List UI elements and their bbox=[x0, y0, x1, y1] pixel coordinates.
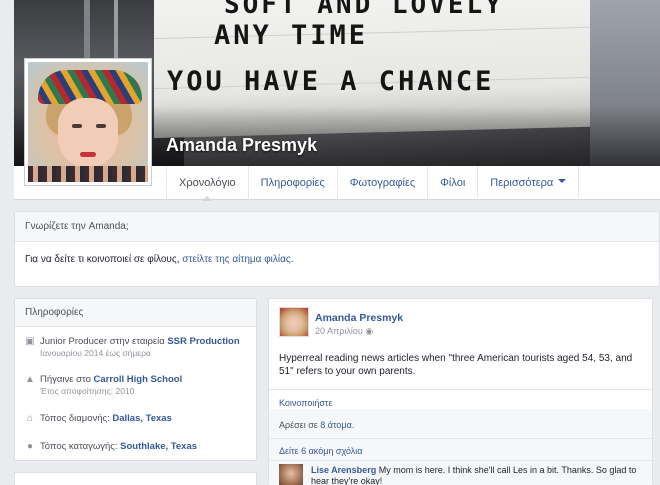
chevron-down-icon bbox=[558, 179, 567, 187]
tab-photos-label: Φωτογραφίες bbox=[349, 177, 416, 189]
marquee-line-2: ANY TIME bbox=[214, 20, 369, 51]
info-card: Πληροφορίες ▣ Junior Producer στην εταιρ… bbox=[14, 298, 257, 461]
work-line: Junior Producer στην εταιρεία SSR Produc… bbox=[40, 336, 250, 348]
more-comments-link[interactable]: Δείτε 6 ακόμη σχόλια bbox=[279, 446, 362, 456]
location-pin-icon: ● bbox=[26, 441, 34, 452]
next-card bbox=[14, 472, 257, 485]
post-divider bbox=[269, 389, 652, 390]
from-line: Τόπος καταγωγής: Southlake, Texas bbox=[40, 441, 250, 453]
know-text: Για να δείτε τι κοινοποιεί σε φίλους, bbox=[25, 254, 183, 265]
profile-tabs: Χρονολόγιο Πληροφορίες Φωτογραφίες Φίλοι… bbox=[166, 166, 580, 201]
lives-city-link[interactable]: Dallas, Texas bbox=[112, 413, 172, 424]
commenter-avatar[interactable] bbox=[279, 464, 303, 485]
globe-icon: ◉ bbox=[365, 326, 374, 336]
know-card: Γνωρίζετε την Amanda; Για να δείτε τι κο… bbox=[14, 211, 660, 287]
post-date-line: 20 Απριλίου ◉ bbox=[315, 326, 373, 337]
tab-photos[interactable]: Φωτογραφίες bbox=[336, 166, 427, 200]
lives-prefix: Τόπος διαμονής: bbox=[40, 413, 113, 424]
likes-line: Αρέσει σε 8 άτομα. bbox=[279, 420, 354, 430]
briefcase-icon: ▣ bbox=[25, 336, 35, 347]
info-lives: ⌂ Τόπος διαμονής: Dallas, Texas bbox=[25, 413, 250, 425]
comments-divider bbox=[269, 460, 652, 461]
home-icon: ⌂ bbox=[26, 413, 34, 424]
post-author[interactable]: Amanda Presmyk bbox=[315, 312, 403, 324]
lives-line: Τόπος διαμονής: Dallas, Texas bbox=[40, 413, 250, 425]
post-date[interactable]: 20 Απριλίου bbox=[315, 326, 363, 336]
tab-more[interactable]: Περισσότερα bbox=[477, 166, 580, 200]
school-link[interactable]: Carroll High School bbox=[94, 374, 183, 385]
info-from: ● Τόπος καταγωγής: Southlake, Texas bbox=[25, 441, 250, 453]
comment-author[interactable]: Lise Arensberg bbox=[311, 465, 376, 475]
post-text: Hyperreal reading news articles when "th… bbox=[279, 353, 633, 377]
share-link[interactable]: Κοινοποιήστε bbox=[279, 398, 333, 408]
tab-friends-label: Φίλοι bbox=[440, 177, 466, 189]
school-grad: Έτος αποφοίτησης: 2010 bbox=[40, 386, 135, 396]
profile-picture[interactable] bbox=[24, 58, 152, 186]
from-city-link[interactable]: Southlake, Texas bbox=[120, 441, 197, 452]
profile-photo bbox=[28, 62, 148, 182]
tab-timeline[interactable]: Χρονολόγιο bbox=[166, 166, 248, 201]
likes-link[interactable]: 8 άτομα bbox=[320, 420, 352, 430]
info-work: ▣ Junior Producer στην εταιρεία SSR Prod… bbox=[25, 336, 250, 359]
comment: Lise Arensberg My mom is here. I think s… bbox=[311, 465, 641, 485]
school-prefix: Πήγαινε στο bbox=[40, 374, 94, 385]
tab-about-label: Πληροφορίες bbox=[260, 177, 325, 189]
friend-request-link[interactable]: στείλτε της αίτημα φιλίας bbox=[182, 254, 290, 265]
likes-suffix: . bbox=[351, 420, 355, 430]
marquee-line-3: YOU HAVE A CHANCE bbox=[167, 66, 495, 97]
know-text-end: . bbox=[290, 254, 294, 265]
tab-friends[interactable]: Φίλοι bbox=[427, 166, 477, 200]
author-avatar[interactable] bbox=[279, 307, 309, 337]
from-prefix: Τόπος καταγωγής: bbox=[40, 441, 121, 452]
timeline-post: Amanda Presmyk 20 Απριλίου ◉ Hyperreal r… bbox=[268, 298, 653, 485]
work-prefix: Junior Producer στην εταιρεία bbox=[40, 336, 168, 347]
marquee-line-1: SOFT AND LOVELY bbox=[224, 0, 504, 20]
likes-prefix: Αρέσει σε bbox=[279, 420, 321, 430]
likes-divider bbox=[269, 438, 652, 439]
know-body: Για να δείτε τι κοινοποιεί σε φίλους, στ… bbox=[15, 242, 659, 277]
tab-about[interactable]: Πληροφορίες bbox=[247, 166, 337, 200]
know-title: Γνωρίζετε την Amanda; bbox=[15, 212, 659, 242]
work-dates: Ιανουαρίου 2014 έως σήμερα bbox=[40, 348, 151, 358]
graduation-cap-icon: ▲ bbox=[25, 374, 35, 385]
profile-name[interactable]: Amanda Presmyk bbox=[166, 135, 317, 156]
tab-more-label: Περισσότερα bbox=[490, 177, 554, 189]
info-school: ▲ Πήγαινε στο Carroll High School Έτος α… bbox=[25, 374, 250, 397]
tab-timeline-label: Χρονολόγιο bbox=[179, 177, 236, 189]
school-line: Πήγαινε στο Carroll High School bbox=[40, 374, 250, 386]
info-title: Πληροφορίες bbox=[15, 299, 256, 327]
work-company-link[interactable]: SSR Production bbox=[167, 336, 239, 347]
